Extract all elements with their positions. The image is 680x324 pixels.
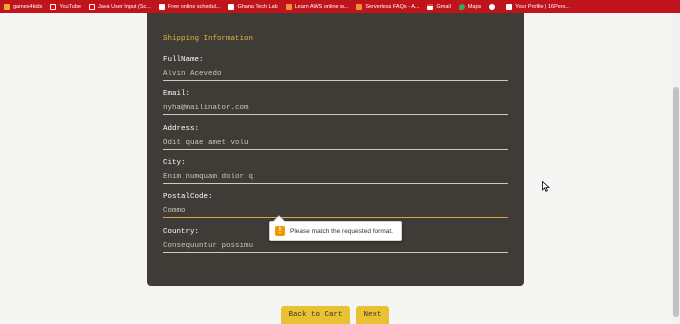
bookmark-label: Free online schedul...	[167, 3, 221, 10]
section-title: Shipping Information	[163, 35, 254, 43]
address-label: Address:	[163, 125, 200, 133]
bookmark-label: Gmail	[436, 3, 451, 10]
bookmark-label: Ghana Tech Lab	[237, 3, 278, 10]
bookmark-label: games4kids	[13, 3, 43, 10]
bookmark-games4kids[interactable]: games4kids	[4, 3, 43, 10]
address-input[interactable]	[163, 137, 508, 150]
bookmark-16personalities[interactable]: Your Profile | 16Pers...	[506, 3, 571, 10]
email-label: Email:	[163, 90, 191, 98]
fullname-input[interactable]	[163, 68, 508, 81]
bookmark-label: Learn AWS online w...	[294, 3, 349, 10]
email-field-group: Email:	[163, 90, 508, 115]
bookmark-youtube[interactable]: YouTube	[50, 3, 81, 10]
validation-tooltip: ! Please match the requested format.	[269, 215, 402, 241]
youtube-icon	[88, 3, 95, 10]
games4kids-icon	[4, 3, 10, 10]
email-input[interactable]	[163, 102, 508, 115]
bookmark-globe[interactable]	[489, 3, 498, 10]
city-field-group: City:	[163, 159, 508, 184]
bookmark-learn-aws[interactable]: Learn AWS online w...	[285, 3, 349, 10]
bookmark-ghana-tech-lab[interactable]: Ghana Tech Lab	[228, 3, 278, 10]
bookmark-maps[interactable]: Maps	[458, 3, 482, 10]
fullname-label: FullName:	[163, 56, 204, 64]
calendar-icon	[158, 3, 165, 10]
city-input[interactable]	[163, 171, 508, 184]
postalcode-input[interactable]	[163, 205, 508, 218]
fullname-field-group: FullName:	[163, 56, 508, 81]
back-to-cart-button[interactable]: Back to Cart	[281, 306, 350, 324]
bookmark-label: YouTube	[59, 3, 81, 10]
mouse-pointer-icon	[542, 181, 550, 192]
postalcode-label: PostalCode:	[163, 193, 213, 201]
gmail-icon	[427, 3, 434, 10]
globe-icon	[489, 3, 496, 10]
tooltip-message: Please match the requested format.	[290, 227, 393, 235]
bookmark-free-online-scheduling[interactable]: Free online schedul...	[158, 3, 221, 10]
next-button[interactable]: Next	[356, 306, 389, 324]
aws-icon	[285, 3, 292, 10]
page-icon	[228, 3, 235, 10]
maps-pin-icon	[458, 3, 465, 10]
postalcode-field-group: PostalCode:	[163, 193, 508, 218]
bookmark-label: Your Profile | 16Pers...	[515, 3, 571, 10]
bookmark-serverless-faqs[interactable]: Serverless FAQs - A...	[356, 3, 420, 10]
aws-icon	[356, 3, 363, 10]
page-content: Shipping Information FullName: Email: Ad…	[0, 13, 680, 324]
youtube-icon	[50, 3, 57, 10]
bookmark-label: Serverless FAQs - A...	[365, 3, 420, 10]
profile-icon	[506, 3, 513, 10]
bookmark-label: Maps	[467, 3, 482, 10]
warning-icon: !	[275, 226, 285, 236]
bookmark-label: Java User Input (Sc...	[97, 3, 151, 10]
scrollbar-thumb[interactable]	[673, 87, 679, 317]
vertical-scrollbar[interactable]	[672, 13, 680, 324]
bookmark-gmail[interactable]: Gmail	[427, 3, 451, 10]
shipping-form: Shipping Information FullName: Email: Ad…	[147, 13, 524, 286]
address-field-group: Address:	[163, 125, 508, 150]
city-label: City:	[163, 159, 186, 167]
country-input[interactable]	[163, 240, 508, 253]
bookmarks-bar: games4kids YouTube Java User Input (Sc..…	[0, 0, 680, 13]
bookmark-java-user-input[interactable]: Java User Input (Sc...	[88, 3, 151, 10]
